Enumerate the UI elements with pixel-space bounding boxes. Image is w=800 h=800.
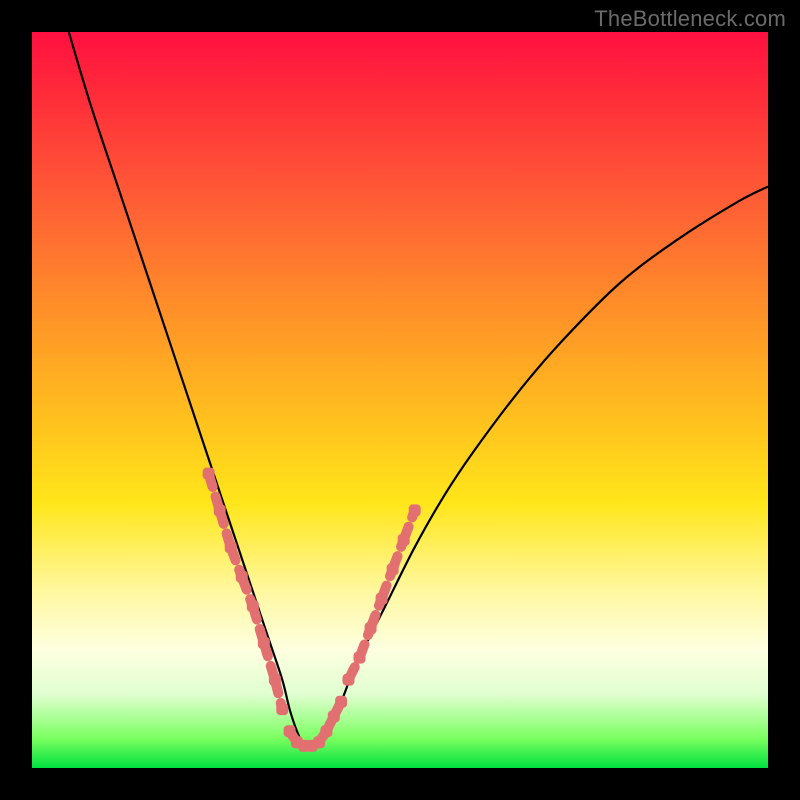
highlight-dot — [387, 563, 399, 575]
highlight-dot — [398, 534, 410, 546]
highlight-dot — [342, 674, 354, 686]
bottleneck-curve — [69, 32, 768, 748]
highlight-dot — [320, 725, 332, 737]
chart-frame: TheBottleneck.com — [0, 0, 800, 800]
highlight-dot — [376, 593, 388, 605]
highlight-dot — [313, 736, 325, 748]
highlight-dot — [258, 637, 270, 649]
highlight-dot — [269, 674, 281, 686]
watermark-text: TheBottleneck.com — [594, 6, 786, 32]
highlight-dots-left — [203, 468, 289, 716]
highlight-dot — [335, 696, 347, 708]
highlight-dot — [247, 600, 259, 612]
highlight-dot — [409, 504, 421, 516]
plot-area — [32, 32, 768, 768]
highlight-dot — [284, 725, 296, 737]
highlight-dot — [354, 652, 366, 664]
curve-layer — [32, 32, 768, 768]
highlight-dots-right — [342, 504, 420, 685]
highlight-dot — [328, 710, 340, 722]
highlight-dot — [214, 504, 226, 516]
highlight-dot — [365, 622, 377, 634]
highlight-dot — [276, 703, 288, 715]
highlight-dot — [203, 468, 215, 480]
highlight-dot — [225, 541, 237, 553]
highlight-dot — [236, 571, 248, 583]
